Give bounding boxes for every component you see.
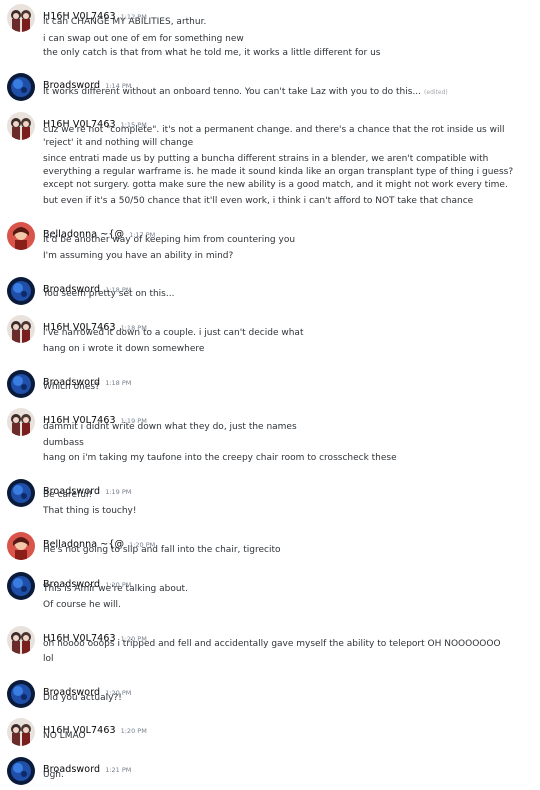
avatar-blue-planet-icon[interactable] xyxy=(7,572,35,600)
message-line: This is Amir we're talking about. xyxy=(43,584,188,594)
message-line: That thing is touchy! xyxy=(43,506,137,516)
avatar-two-figures-icon[interactable] xyxy=(7,315,35,343)
message-line: hang on i wrote it down somewhere xyxy=(43,344,205,354)
message-line: it can CHANGE MY ABILITIES, arthur. xyxy=(43,17,207,27)
avatar-blue-planet-icon[interactable] xyxy=(7,370,35,398)
message-header: H16H V0L7463 1:19 PM xyxy=(43,408,147,426)
chat-log: H16H V0L7463 1:12 PM it can CHANGE MY ABI… xyxy=(0,0,540,790)
message-line: hang on i'm taking my taufone into the c… xyxy=(43,453,397,463)
avatar-two-figures-icon[interactable] xyxy=(7,4,35,32)
edited-label: (edited) xyxy=(424,89,448,96)
message-line: It'd be another way of keeping him from … xyxy=(43,235,296,245)
message-text: It works different without an onboard te… xyxy=(43,87,422,97)
avatar-blue-planet-icon[interactable] xyxy=(7,73,35,101)
message-header: Broadsword 1:14 PM xyxy=(43,73,131,91)
message-line: i've narrowed it down to a couple. i jus… xyxy=(43,328,304,338)
avatar-two-figures-icon[interactable] xyxy=(7,718,35,746)
message-line: cuz we're not "complete". it's not a per… xyxy=(43,125,505,148)
message-line: but even if it's a 50/50 chance that it'… xyxy=(43,196,474,206)
avatar-blue-planet-icon[interactable] xyxy=(7,479,35,507)
message-line: Of course he will. xyxy=(43,600,121,610)
message-line: He's not going to slip and fall into the… xyxy=(43,545,281,555)
message-line: i can swap out one of em for something n… xyxy=(43,34,244,44)
message-line: lol xyxy=(43,654,54,664)
message-line: Ugh. xyxy=(43,770,64,780)
avatar-blue-planet-icon[interactable] xyxy=(7,277,35,305)
message-line: dumbass xyxy=(43,438,84,448)
avatar-two-figures-icon[interactable] xyxy=(7,112,35,140)
message-line: since entrati made us by putting a bunch… xyxy=(43,154,514,190)
message-line: It works different without an onboard te… xyxy=(43,86,533,99)
avatar-blue-planet-icon[interactable] xyxy=(7,757,35,785)
avatar-two-figures-icon[interactable] xyxy=(7,408,35,436)
message-line: oh noooo ooops i tripped and fell and ac… xyxy=(43,639,501,649)
avatar-red-character-icon[interactable] xyxy=(7,222,35,250)
message-line: You seem pretty set on this... xyxy=(43,289,175,299)
message-line: NO LMAO xyxy=(43,731,86,741)
avatar-two-figures-icon[interactable] xyxy=(7,626,35,654)
message-line: Did you actualy?! xyxy=(43,693,122,703)
avatar-blue-planet-icon[interactable] xyxy=(7,680,35,708)
message-line: dammit i didnt write down what they do, … xyxy=(43,422,297,432)
message-line: I'm assuming you have an ability in mind… xyxy=(43,251,234,261)
message-line: the only catch is that from what he told… xyxy=(43,48,381,58)
message-line: Which ones? xyxy=(43,382,100,392)
message-line: Be careful! xyxy=(43,490,93,500)
avatar-red-character-icon[interactable] xyxy=(7,532,35,560)
